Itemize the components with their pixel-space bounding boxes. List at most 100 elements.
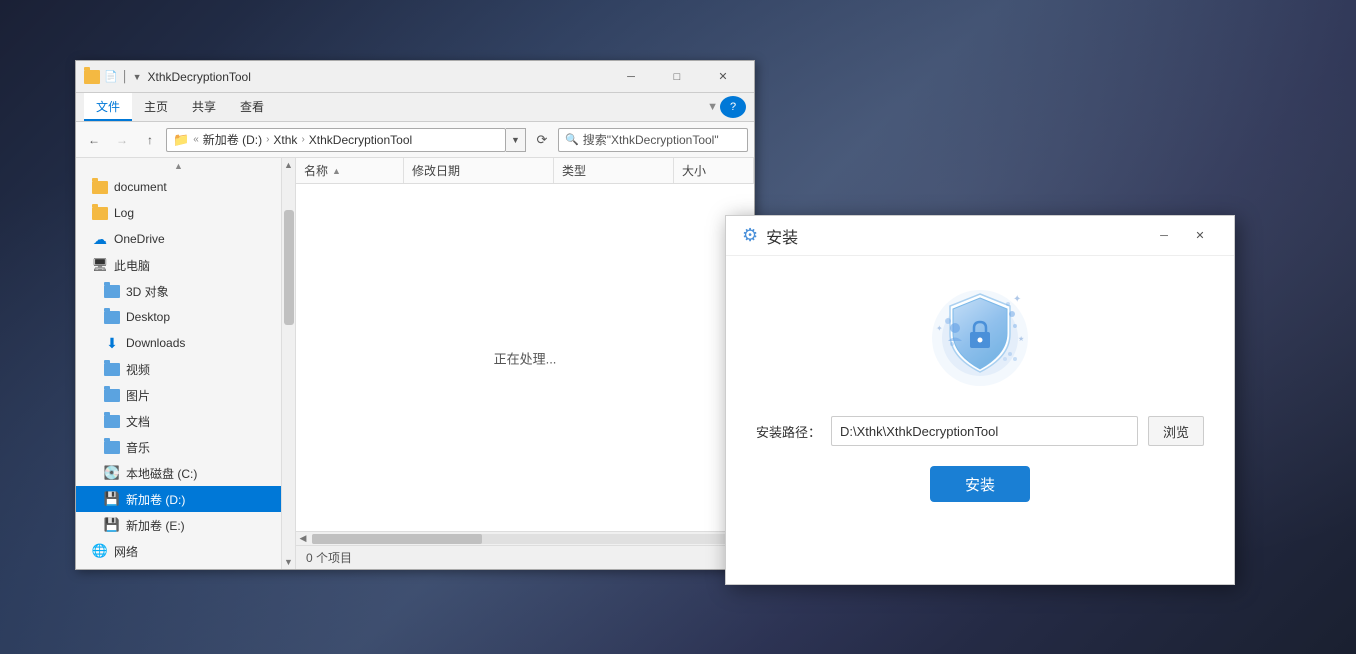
browse-button[interactable]: 浏览 [1148,416,1204,446]
scroll-down-arrow[interactable]: ▼ [76,564,281,569]
col-header-type[interactable]: 类型 [554,158,674,183]
dialog-gear-icon: ⚙ [742,225,758,246]
h-scroll-track[interactable] [312,534,738,544]
folder-yellow-icon [92,179,108,195]
folder-docs-icon [104,413,120,429]
svg-text:★: ★ [1018,335,1024,343]
title-bar: 📄 │ ▼ XthkDecryptionTool ─ □ ✕ [76,61,754,93]
main-area: ▲ document Log ☁ [76,158,754,569]
folder-3d-icon [104,283,120,299]
window-title: XthkDecryptionTool [148,70,603,84]
sidebar-item-desktop[interactable]: Desktop [76,304,281,330]
sidebar-item-downloads[interactable]: ⬇ Downloads [76,330,281,356]
scroll-down-btn[interactable]: ▼ [282,555,296,569]
file-list-area: 名称 ▲ 修改日期 类型 大小 正在处理... ◀ [296,158,754,569]
sidebar-item-network[interactable]: 🌐 网络 [76,538,281,564]
path-folder-icon: 📁 [173,132,189,148]
dialog-controls: ─ ✕ [1146,222,1218,250]
address-path[interactable]: 📁 « 新加卷 (D:) › Xthk › XthkDecryptionTool [166,128,506,152]
sidebar-item-drive-c[interactable]: 💽 本地磁盘 (C:) [76,460,281,486]
sidebar-scrollbar[interactable]: ▲ ▼ [281,158,295,569]
folder-yellow-icon-2 [92,205,108,221]
scroll-left-btn[interactable]: ◀ [296,533,310,545]
window-controls: ─ □ ✕ [608,61,746,93]
scroll-up-arrow[interactable]: ▲ [76,158,281,174]
scroll-track[interactable] [282,172,296,555]
forward-button[interactable]: → [110,128,134,152]
sidebar: ▲ document Log ☁ [76,158,281,569]
status-text: 0 个项目 [306,549,352,566]
address-chevron[interactable]: ▼ [506,128,526,152]
sidebar-item-log[interactable]: Log [76,200,281,226]
folder-desktop-icon [104,309,120,325]
minimize-button[interactable]: ─ [608,61,654,93]
up-button[interactable]: ↑ [138,128,162,152]
pin-icon: │ [122,71,129,83]
drive-c-icon: 💽 [104,465,120,481]
sidebar-item-3d[interactable]: 3D 对象 [76,278,281,304]
svg-text:✦: ✦ [1013,294,1021,305]
sidebar-item-music[interactable]: 音乐 [76,434,281,460]
install-path-input[interactable] [831,416,1138,446]
search-icon: 🔍 [565,133,579,146]
sidebar-item-drive-e[interactable]: 💾 新加卷 (E:) [76,512,281,538]
sidebar-item-docs[interactable]: 文档 [76,408,281,434]
sidebar-item-onedrive[interactable]: ☁ OneDrive [76,226,281,252]
sort-arrow: ▲ [332,166,341,176]
network-icon: 🌐 [92,543,108,559]
file-list-header: 名称 ▲ 修改日期 类型 大小 [296,158,754,184]
h-scroll-thumb[interactable] [312,534,482,544]
dialog-close-button[interactable]: ✕ [1182,222,1218,250]
col-header-size[interactable]: 大小 [674,158,754,183]
drive-d-icon: 💾 [104,491,120,507]
ribbon-expand-icon[interactable]: ▼ [707,101,718,113]
drive-e-icon: 💾 [104,517,120,533]
back-button[interactable]: ← [82,128,106,152]
folder-pictures-icon [104,387,120,403]
tab-view[interactable]: 查看 [228,93,276,121]
ribbon-tabs: 文件 主页 共享 查看 ▼ ? [76,93,754,121]
folder-music-icon [104,439,120,455]
close-button[interactable]: ✕ [700,61,746,93]
maximize-button[interactable]: □ [654,61,700,93]
address-bar: ← → ↑ 📁 « 新加卷 (D:) › Xthk › XthkDecrypti… [76,122,754,158]
search-box[interactable]: 🔍 搜索"XthkDecryptionTool" [558,128,748,152]
dialog-title: 安装 [766,224,1138,248]
folder-download-icon: ⬇ [104,335,120,351]
tab-file[interactable]: 文件 [84,93,132,121]
sidebar-item-document[interactable]: document [76,174,281,200]
refresh-button[interactable]: ⟳ [530,128,554,152]
computer-icon: 🖥 [92,257,108,273]
tab-share[interactable]: 共享 [180,93,228,121]
install-button[interactable]: 安装 [930,466,1030,502]
col-header-date[interactable]: 修改日期 [404,158,554,183]
folder-icon [84,70,100,84]
scroll-thumb[interactable] [284,210,294,325]
onedrive-icon: ☁ [92,231,108,247]
processing-text: 正在处理... [494,348,557,367]
svg-text:✦: ✦ [936,324,943,333]
sidebar-item-video[interactable]: 视频 [76,356,281,382]
dropdown-icon: ▼ [133,72,142,82]
install-path-row: 安装路径： 浏览 [756,416,1204,446]
help-button[interactable]: ? [720,96,746,118]
sidebar-item-drive-d[interactable]: 💾 新加卷 (D:) [76,486,281,512]
bottom-scrollbar[interactable]: ◀ ▶ [296,531,754,545]
dialog-minimize-button[interactable]: ─ [1146,222,1182,250]
shield-svg: ✦ ✦ ★ [920,276,1040,396]
tab-home[interactable]: 主页 [132,93,180,121]
scroll-up-btn[interactable]: ▲ [282,158,296,172]
sidebar-item-computer[interactable]: 🖥 此电脑 [76,252,281,278]
search-input[interactable]: 搜索"XthkDecryptionTool" [583,131,741,148]
sidebar-item-pictures[interactable]: 图片 [76,382,281,408]
file-list-content: 正在处理... [296,184,754,531]
folder-video-icon [104,361,120,377]
dialog-title-bar: ⚙ 安装 ─ ✕ [726,216,1234,256]
dialog-body: ✦ ✦ ★ 安装路径： [726,256,1234,584]
sidebar-container: ▲ document Log ☁ [76,158,296,569]
status-bar: 0 个项目 [296,545,754,569]
col-header-name[interactable]: 名称 ▲ [296,158,404,183]
file-explorer-window: 📄 │ ▼ XthkDecryptionTool ─ □ ✕ 文件 主页 共享 … [75,60,755,570]
quick-access-icon: 📄 [104,70,118,83]
title-bar-icons: 📄 │ ▼ [84,70,142,84]
